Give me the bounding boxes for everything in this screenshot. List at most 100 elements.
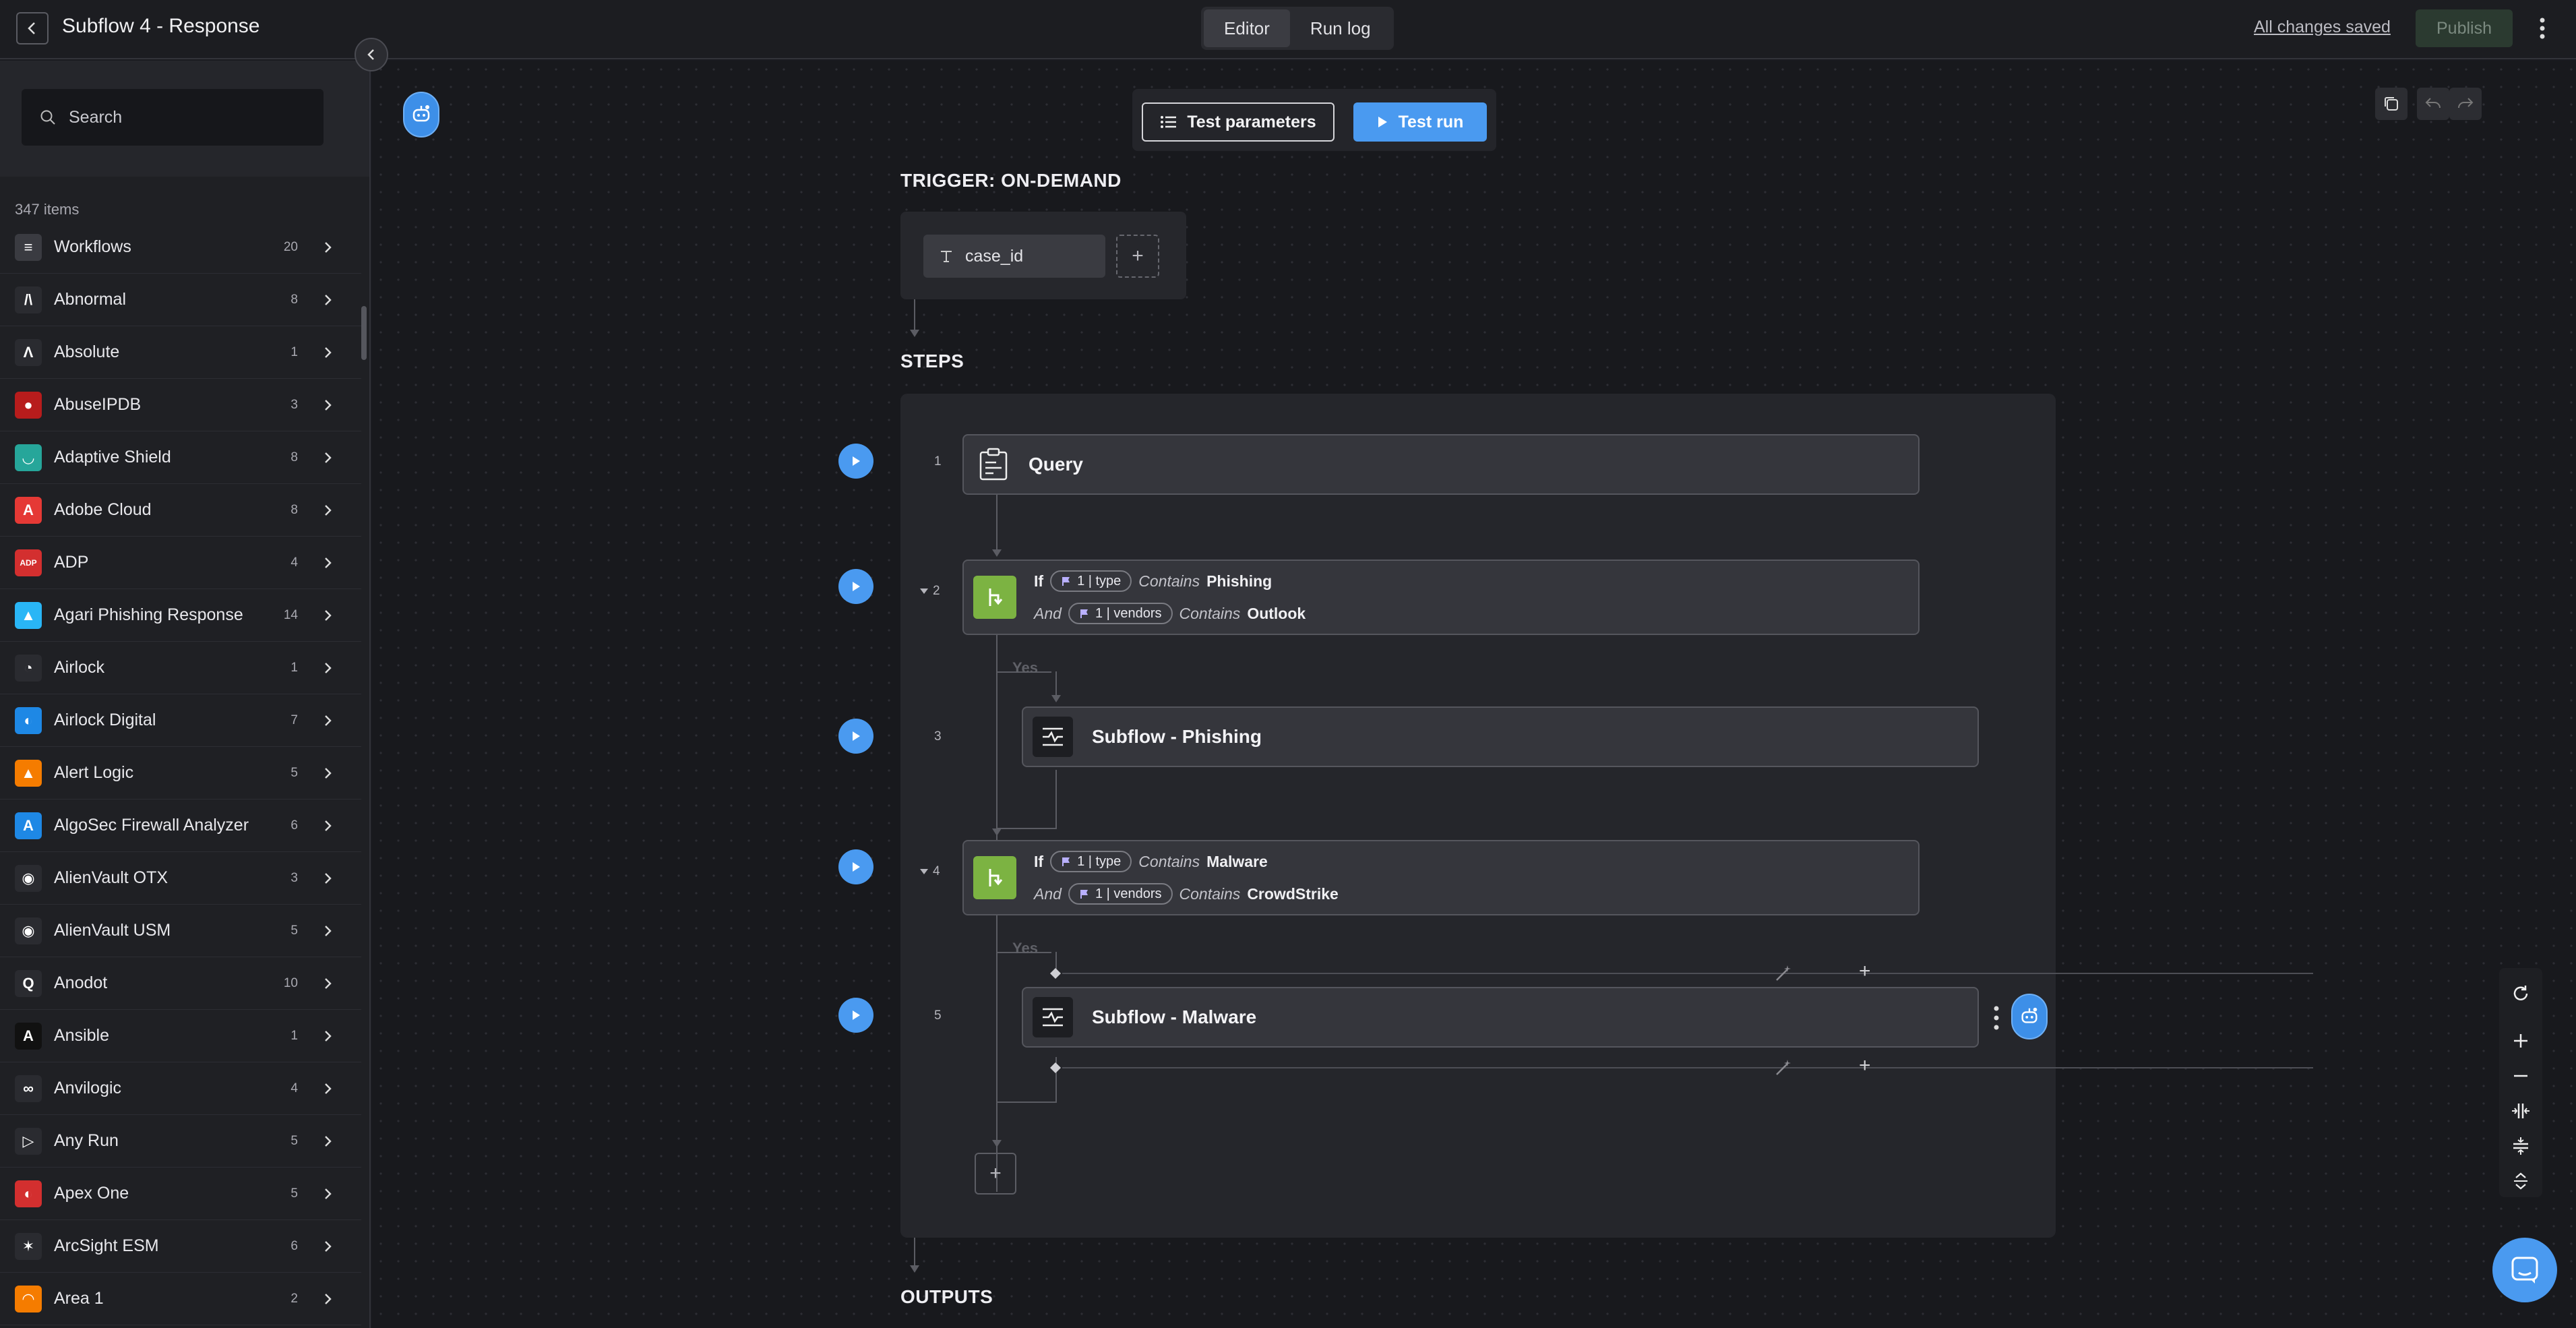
- sidebar-item-arcsight-esm[interactable]: ✶ ArcSight ESM 6: [0, 1220, 361, 1273]
- sidebar-item-agari-phishing-response[interactable]: ▲ Agari Phishing Response 14: [0, 589, 361, 642]
- magic-wand-icon[interactable]: [1774, 964, 1793, 983]
- variable-name: 1 | vendors: [1095, 886, 1162, 901]
- workflow-canvas[interactable]: Test parameters Test run TRIGGER: ON-DEM…: [372, 61, 2576, 1328]
- search-input[interactable]: [69, 107, 311, 127]
- condition-row: And 1 | vendors Contains Outlook: [1034, 603, 1306, 624]
- sidebar-item-count: 1: [290, 344, 298, 359]
- collapse-sidebar-button[interactable]: [355, 38, 388, 71]
- copy-button[interactable]: [2375, 88, 2408, 120]
- text-type-icon: [941, 251, 952, 262]
- add-step-button[interactable]: +: [975, 1153, 1016, 1195]
- step-menu-icon[interactable]: [1990, 1003, 2003, 1033]
- insert-step-button[interactable]: +: [1859, 960, 1871, 983]
- play-icon: [853, 582, 860, 591]
- sidebar-item-alert-logic[interactable]: ▲ Alert Logic 5: [0, 747, 361, 799]
- tab-editor[interactable]: Editor: [1204, 9, 1290, 47]
- ai-assistant-button[interactable]: [403, 92, 439, 138]
- test-parameters-button[interactable]: Test parameters: [1142, 102, 1335, 142]
- chevron-right-icon: [325, 1083, 332, 1094]
- variable-chip[interactable]: 1 | vendors: [1068, 883, 1173, 905]
- sidebar-item-any-run[interactable]: ▷ Any Run 5: [0, 1115, 361, 1168]
- sidebar-item-label: Ansible: [54, 1026, 109, 1045]
- more-vertical-icon[interactable]: [2533, 9, 2552, 47]
- insert-point-icon[interactable]: [1049, 1061, 1062, 1075]
- trigger-param-chip[interactable]: case_id: [923, 235, 1105, 278]
- run-step-button[interactable]: [838, 849, 873, 884]
- insert-line: [1062, 973, 2313, 974]
- expand-collapse-button[interactable]: [2507, 1169, 2534, 1193]
- chat-support-button[interactable]: [2492, 1238, 2557, 1302]
- subflow-icon-box: [1033, 997, 1073, 1037]
- sidebar-item-anvilogic[interactable]: ∞ Anvilogic 4: [0, 1062, 361, 1115]
- step-card-condition[interactable]: If 1 | type Contains Phishing And 1 | ve…: [962, 560, 1920, 635]
- sidebar-item-abuseipdb[interactable]: ● AbuseIPDB 3: [0, 379, 361, 431]
- sidebar-item-adobe-cloud[interactable]: A Adobe Cloud 8: [0, 484, 361, 537]
- chevron-right-icon: [325, 767, 332, 779]
- variable-chip[interactable]: 1 | type: [1050, 570, 1132, 592]
- chevron-right-icon: [325, 609, 332, 621]
- sidebar-item-airlock-digital[interactable]: ◐ Airlock Digital 7: [0, 694, 361, 747]
- sidebar-item-workflows[interactable]: ≡ Workflows 20: [0, 221, 361, 274]
- publish-button[interactable]: Publish: [2416, 9, 2513, 47]
- fit-height-button[interactable]: [2507, 1134, 2534, 1158]
- sidebar-item-alienvault-otx[interactable]: ◉ AlienVault OTX 3: [0, 852, 361, 905]
- condition-value: Malware: [1206, 852, 1268, 870]
- sidebar-item-airlock[interactable]: ◔ Airlock 1: [0, 642, 361, 694]
- run-step-button[interactable]: [838, 444, 873, 479]
- sidebar-item-label: Alert Logic: [54, 763, 134, 782]
- sidebar-scrollbar[interactable]: [361, 306, 367, 360]
- magic-wand-icon[interactable]: [1774, 1058, 1793, 1077]
- sidebar-item-adp[interactable]: ADP ADP 4: [0, 537, 361, 589]
- variable-chip[interactable]: 1 | type: [1050, 851, 1132, 872]
- run-step-button[interactable]: [838, 719, 873, 754]
- arcsight-logo-icon: ✶: [15, 1232, 42, 1260]
- sidebar-item-area-1[interactable]: ◠ Area 1 2: [0, 1273, 361, 1325]
- sidebar-item-algosec-firewall-analyzer[interactable]: A AlgoSec Firewall Analyzer 6: [0, 799, 361, 852]
- tab-run-log[interactable]: Run log: [1290, 9, 1391, 47]
- sidebar-item-apex-one[interactable]: ◐ Apex One 5: [0, 1168, 361, 1220]
- run-step-button[interactable]: [838, 998, 873, 1033]
- undo-button[interactable]: [2417, 88, 2449, 120]
- condition-operator: Contains: [1179, 884, 1241, 903]
- connector-line: [996, 915, 998, 1192]
- saved-status-link[interactable]: All changes saved: [2254, 18, 2391, 37]
- condition-lines: If 1 | type Contains Malware And 1 | ven…: [1034, 851, 1339, 905]
- redo-button[interactable]: [2449, 88, 2482, 120]
- reset-view-button[interactable]: [2507, 982, 2534, 1006]
- condition-keyword: And: [1034, 884, 1062, 903]
- fit-width-button[interactable]: [2507, 1099, 2534, 1123]
- insert-step-button[interactable]: +: [1859, 1054, 1871, 1077]
- back-button[interactable]: [16, 12, 49, 44]
- sidebar-item-alienvault-usm[interactable]: ◉ AlienVault USM 5: [0, 905, 361, 957]
- step-card-condition[interactable]: If 1 | type Contains Malware And 1 | ven…: [962, 840, 1920, 915]
- step-ai-assistant-button[interactable]: [2011, 994, 2048, 1039]
- sidebar-item-label: Anvilogic: [54, 1079, 122, 1097]
- zoom-in-button[interactable]: [2507, 1029, 2534, 1053]
- step-card-subflow-malware[interactable]: Subflow - Malware: [1022, 987, 1979, 1048]
- query-step-icon: [973, 444, 1014, 485]
- sidebar-item-absolute[interactable]: Λ Absolute 1: [0, 326, 361, 379]
- sidebar-item-ansible[interactable]: A Ansible 1: [0, 1010, 361, 1062]
- add-parameter-button[interactable]: +: [1116, 235, 1159, 278]
- sidebar-item-abnormal[interactable]: /\ Abnormal 8: [0, 274, 361, 326]
- sidebar-item-count: 7: [290, 713, 298, 727]
- alienvault-usm-logo-icon: ◉: [15, 917, 42, 944]
- ansible-logo-icon: A: [15, 1022, 42, 1050]
- play-icon: [853, 1010, 860, 1020]
- abuseipdb-logo-icon: ●: [15, 391, 42, 419]
- insert-point-icon[interactable]: [1049, 967, 1062, 980]
- test-run-button[interactable]: Test run: [1353, 102, 1487, 142]
- collapse-step-icon[interactable]: [919, 588, 929, 595]
- zoom-out-button[interactable]: [2507, 1064, 2534, 1088]
- sidebar-item-adaptive-shield[interactable]: ◡ Adaptive Shield 8: [0, 431, 361, 484]
- condition-icon-box: [973, 576, 1016, 619]
- step-card-subflow-phishing[interactable]: Subflow - Phishing: [1022, 706, 1979, 767]
- chevron-left-icon: [367, 49, 374, 60]
- sidebar-item-label: Adaptive Shield: [54, 448, 171, 466]
- variable-chip[interactable]: 1 | vendors: [1068, 603, 1173, 624]
- sidebar-item-anodot[interactable]: Q Anodot 10: [0, 957, 361, 1010]
- collapse-step-icon[interactable]: [919, 868, 929, 875]
- step-card-query[interactable]: Query: [962, 434, 1920, 495]
- outputs-title: OUTPUTS: [900, 1286, 993, 1307]
- run-step-button[interactable]: [838, 569, 873, 604]
